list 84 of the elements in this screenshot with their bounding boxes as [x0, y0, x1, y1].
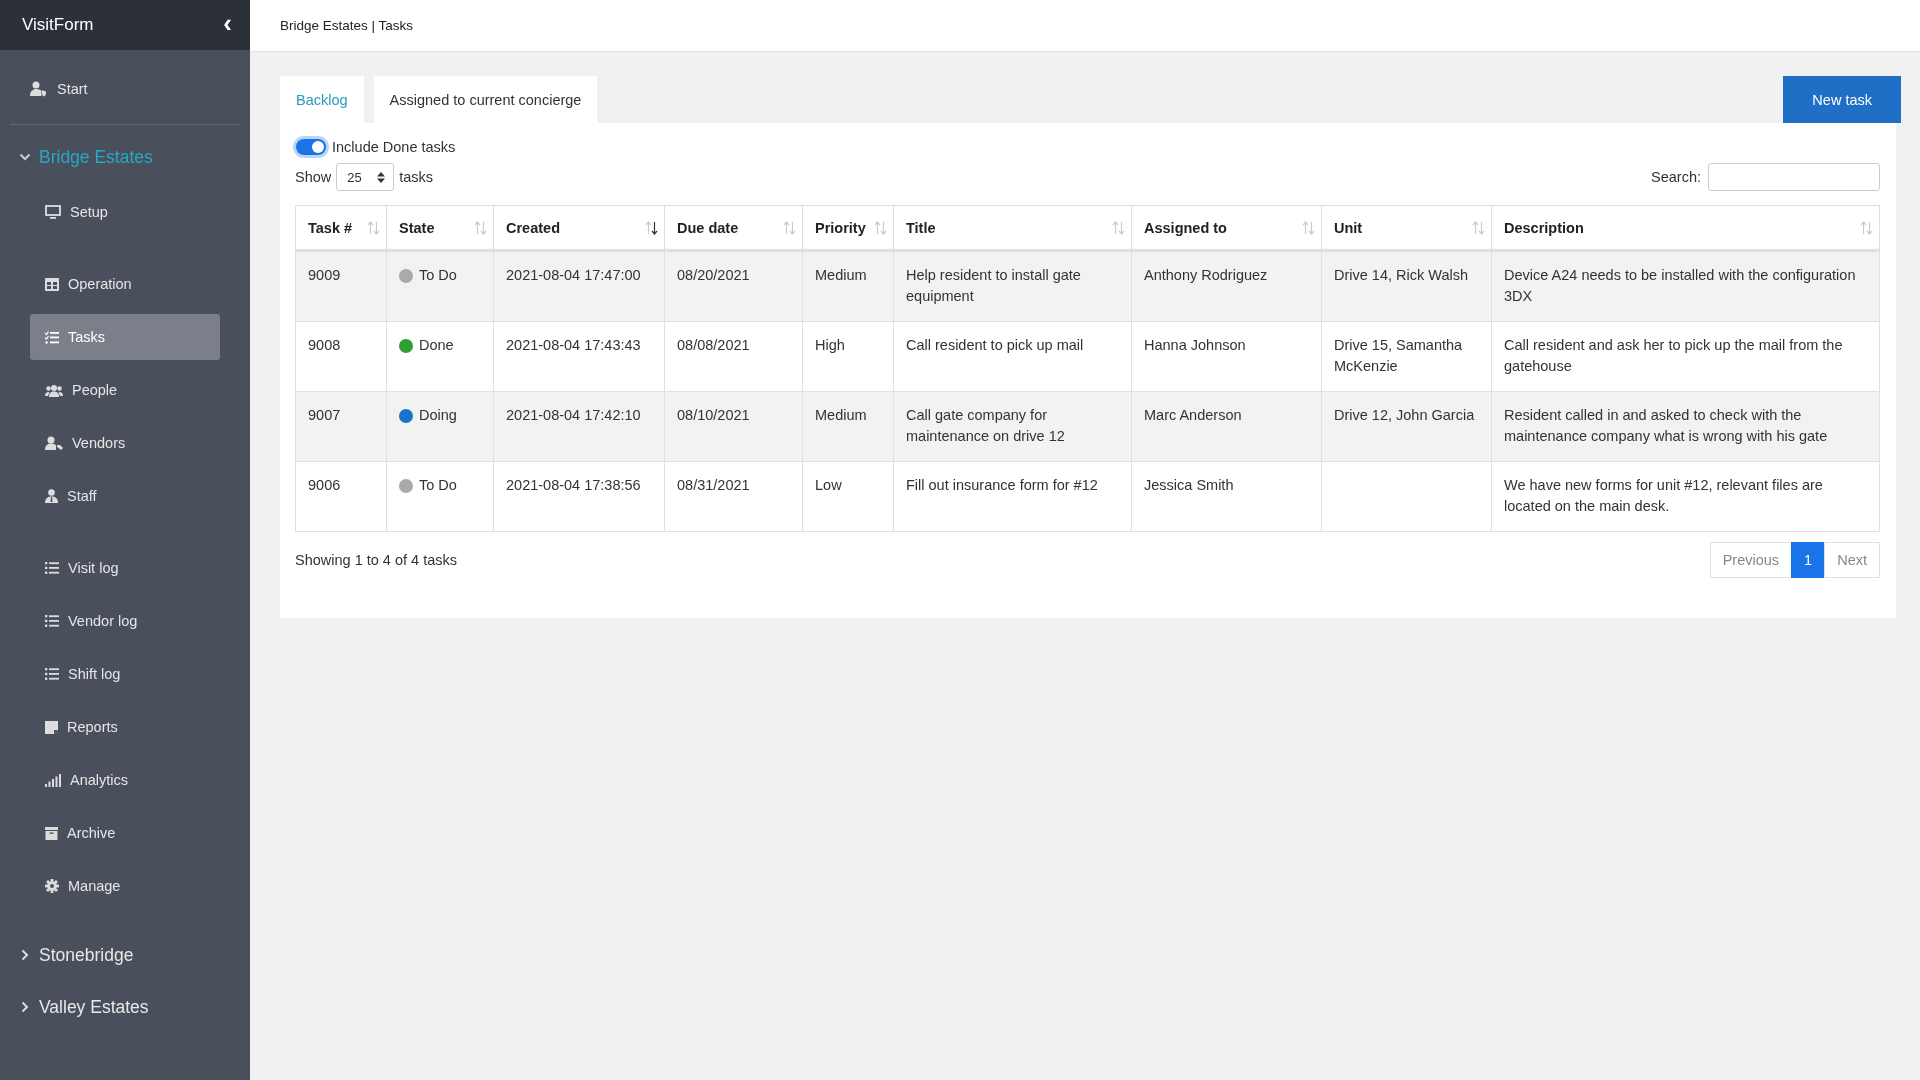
- sidebar-item[interactable]: Start: [30, 66, 220, 112]
- note-icon: [45, 720, 58, 734]
- table-cell-text: Doing: [419, 406, 457, 425]
- list-icon: [45, 668, 59, 680]
- user-tag-icon: [45, 436, 63, 450]
- table-cell: 08/20/2021: [677, 267, 750, 283]
- table-cell: Call resident to pick up mail: [906, 337, 1084, 353]
- show-label: Show: [295, 169, 332, 185]
- spinner-icon: [377, 171, 386, 183]
- table-cell: Drive 15, Samantha McKenzie: [1334, 337, 1463, 374]
- table-cell-text: To Do: [419, 476, 457, 495]
- sidebar-section[interactable]: Valley Estates: [0, 987, 250, 1027]
- user-shield-icon: [30, 81, 48, 97]
- sidebar-item[interactable]: Vendors: [30, 420, 220, 466]
- table-cell: Low: [815, 477, 842, 493]
- chevron-icon: [19, 151, 31, 163]
- sidebar-item[interactable]: People: [30, 367, 220, 413]
- page-button[interactable]: 1: [1791, 542, 1826, 578]
- sidebar-item[interactable]: Operation: [30, 261, 220, 307]
- sidebar-item[interactable]: Visit log: [30, 545, 220, 591]
- table-cell: 9007: [308, 407, 341, 423]
- table-cell: 9009: [308, 267, 341, 283]
- table-cell: Marc Anderson: [1144, 407, 1242, 423]
- sidebar-item[interactable]: Vendor log: [30, 598, 220, 644]
- table-cell: Anthony Rodriguez: [1144, 267, 1268, 283]
- settings-icon: [45, 879, 59, 893]
- tab[interactable]: Assigned to current concierge: [373, 76, 598, 123]
- list-icon: [45, 615, 59, 627]
- table-cell-text: To Do: [419, 266, 457, 285]
- sort-icon[interactable]: [645, 220, 658, 235]
- sidebar-item[interactable]: Reports: [30, 704, 220, 750]
- table-cell: 9006: [308, 477, 341, 493]
- table-cell: High: [815, 337, 845, 353]
- new-task-button[interactable]: New task: [1783, 76, 1901, 123]
- table-cell: 08/08/2021: [677, 337, 750, 353]
- sidebar-item[interactable]: Analytics: [30, 757, 220, 803]
- table-cell: 9008: [308, 337, 341, 353]
- tasks-label: tasks: [399, 169, 434, 185]
- chevron-icon: [19, 949, 31, 961]
- table-icon: [45, 277, 59, 291]
- table-cell: Fill out insurance form for #12: [906, 477, 1098, 493]
- table-cell: Call resident and ask her to pick up the mail from the gatehouse: [1504, 337, 1843, 374]
- list-icon: [45, 562, 59, 574]
- table-cell-text: Done: [419, 336, 454, 355]
- archive-box-icon: [45, 826, 58, 840]
- table-cell: 2021-08-04 17:43:43: [506, 337, 641, 353]
- breadcrumb: Bridge Estates | Tasks: [280, 18, 414, 33]
- table-cell: Jessica Smith: [1144, 477, 1234, 493]
- table-info: Showing 1 to 4 of 4 tasks: [295, 552, 457, 568]
- page-length-select[interactable]: 25: [336, 163, 395, 191]
- table-cell: Device A24 needs to be installed with the configuration 3DX: [1504, 267, 1856, 304]
- sidebar-item[interactable]: Setup: [30, 189, 220, 235]
- toggle-label: Include Done tasks: [332, 139, 456, 155]
- table-cell: Resident called in and asked to check with the maintenance company what is wrong with his gate: [1504, 407, 1828, 444]
- table-cell: 2021-08-04 17:47:00: [506, 267, 641, 283]
- sidebar-item[interactable]: Shift log: [30, 651, 220, 697]
- search-label: Search:: [1651, 169, 1701, 185]
- table-cell: Drive 12, John Garcia: [1334, 407, 1475, 423]
- bar-chart-icon: [45, 773, 61, 787]
- search-field[interactable]: [1708, 163, 1880, 191]
- table-cell: Call gate company for maintenance on drive 12: [906, 407, 1065, 444]
- table-cell: 08/31/2021: [677, 477, 750, 493]
- chevron-icon: [19, 1001, 31, 1013]
- checklist-icon: [45, 330, 59, 344]
- user-tie-icon: [45, 489, 58, 503]
- table-cell: Hanna Johnson: [1144, 337, 1246, 353]
- sidebar-item[interactable]: Staff: [30, 473, 220, 519]
- table-cell: Medium: [815, 407, 867, 423]
- app-brand: VisitForm: [22, 15, 94, 35]
- group-icon: [45, 383, 63, 397]
- table-cell: Drive 14, Rick Walsh: [1334, 267, 1469, 283]
- collapse-button[interactable]: ‹: [219, 10, 236, 40]
- sidebar-item[interactable]: Manage: [30, 863, 220, 909]
- table-cell: We have new forms for unit #12, relevant files are located on the main desk.: [1504, 477, 1823, 514]
- table-cell: 08/10/2021: [677, 407, 750, 423]
- sidebar-section[interactable]: Stonebridge: [0, 935, 250, 975]
- sidebar-item[interactable]: Tasks: [30, 314, 220, 360]
- sidebar-item[interactable]: Archive: [30, 810, 220, 856]
- table-cell: Medium: [815, 267, 867, 283]
- table-cell: 2021-08-04 17:38:56: [506, 477, 641, 493]
- table-cell: 2021-08-04 17:42:10: [506, 407, 641, 423]
- monitor-icon: [45, 205, 61, 219]
- toggle-switch[interactable]: [296, 139, 326, 155]
- table-cell: Help resident to install gate equipment: [906, 267, 1081, 304]
